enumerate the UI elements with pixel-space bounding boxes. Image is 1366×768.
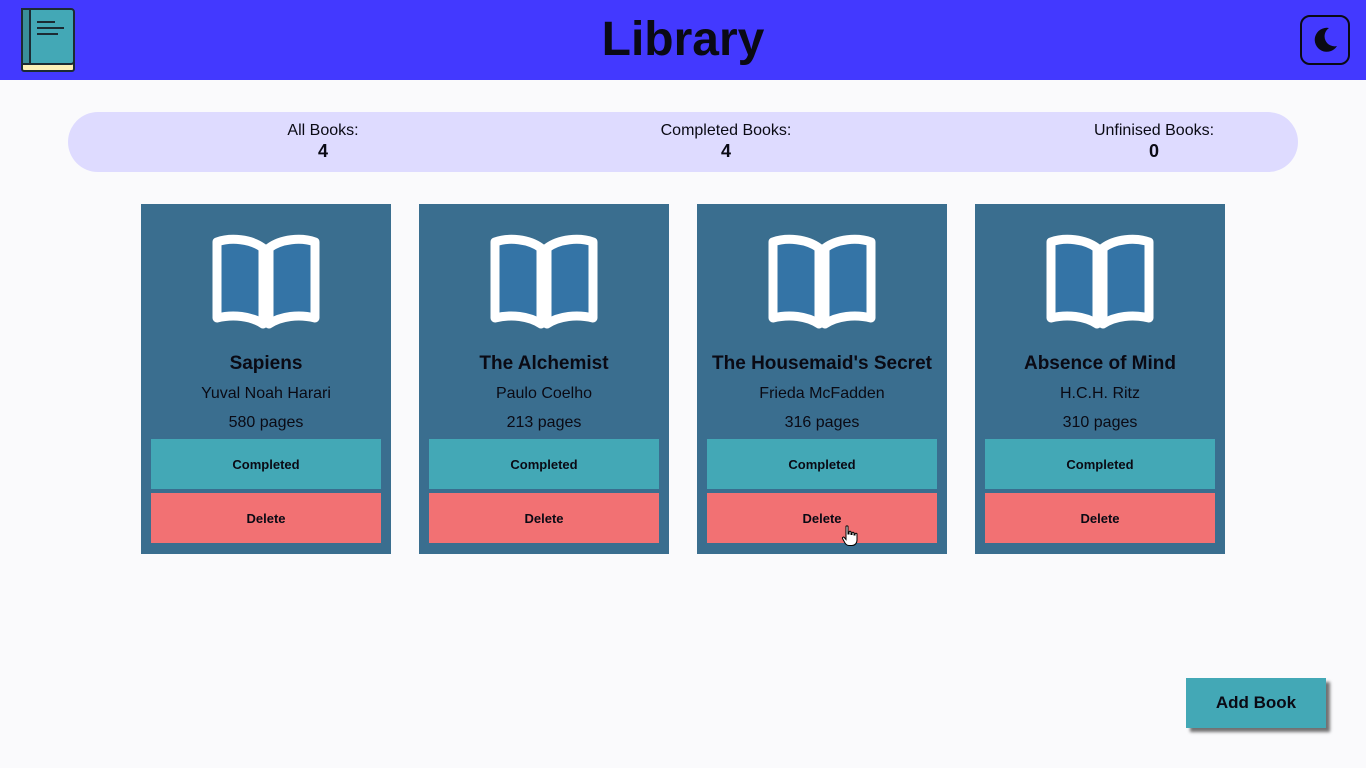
stat-completed-books: Completed Books: 4 — [606, 122, 846, 162]
book-pages: 310 pages — [1062, 414, 1138, 431]
delete-button[interactable]: Delete — [151, 493, 381, 543]
stat-label: All Books: — [287, 122, 359, 139]
open-book-icon — [767, 232, 877, 332]
add-book-button[interactable]: Add Book — [1186, 678, 1326, 728]
book-card: Sapiens Yuval Noah Harari 580 pages Comp… — [141, 204, 391, 554]
book-author: Yuval Noah Harari — [201, 385, 331, 402]
stat-all-books: All Books: 4 — [203, 122, 443, 162]
book-card: The Alchemist Paulo Coelho 213 pages Com… — [419, 204, 669, 554]
stat-label: Completed Books: — [660, 122, 792, 139]
open-book-icon — [489, 232, 599, 332]
book-card: The Housemaid's Secret Frieda McFadden 3… — [697, 204, 947, 554]
book-pages: 316 pages — [784, 414, 860, 431]
book-author: Paulo Coelho — [495, 385, 593, 402]
book-title: Sapiens — [229, 353, 303, 374]
delete-button[interactable]: Delete — [985, 493, 1215, 543]
stat-value: 4 — [720, 141, 731, 161]
book-card: Absence of Mind H.C.H. Ritz 310 pages Co… — [975, 204, 1225, 554]
book-pages: 213 pages — [506, 414, 582, 431]
completed-button[interactable]: Completed — [429, 439, 659, 489]
stat-label: Unfinised Books: — [1093, 122, 1215, 139]
open-book-icon — [211, 232, 321, 332]
book-title: The Housemaid's Secret — [712, 353, 932, 374]
delete-button[interactable]: Delete — [429, 493, 659, 543]
delete-button[interactable]: Delete — [707, 493, 937, 543]
completed-button[interactable]: Completed — [151, 439, 381, 489]
stat-value: 0 — [1148, 141, 1159, 161]
theme-toggle-button[interactable] — [1300, 15, 1350, 65]
book-author: H.C.H. Ritz — [1060, 385, 1140, 402]
book-author: Frieda McFadden — [759, 385, 885, 402]
book-pages: 580 pages — [228, 414, 304, 431]
completed-button[interactable]: Completed — [707, 439, 937, 489]
open-book-icon — [1045, 232, 1155, 332]
stat-unfinished-books: Unfinised Books: 0 — [1034, 122, 1274, 162]
book-title: The Alchemist — [479, 353, 609, 374]
header: Library — [0, 0, 1366, 80]
stat-value: 4 — [317, 141, 328, 161]
completed-button[interactable]: Completed — [985, 439, 1215, 489]
stats-bar: All Books: 4 Completed Books: 4 Unfinise… — [68, 112, 1298, 172]
book-title: Absence of Mind — [1023, 353, 1176, 374]
hand-cursor-icon — [841, 525, 859, 547]
moon-icon — [1314, 27, 1337, 52]
page-title: Library — [601, 13, 765, 66]
